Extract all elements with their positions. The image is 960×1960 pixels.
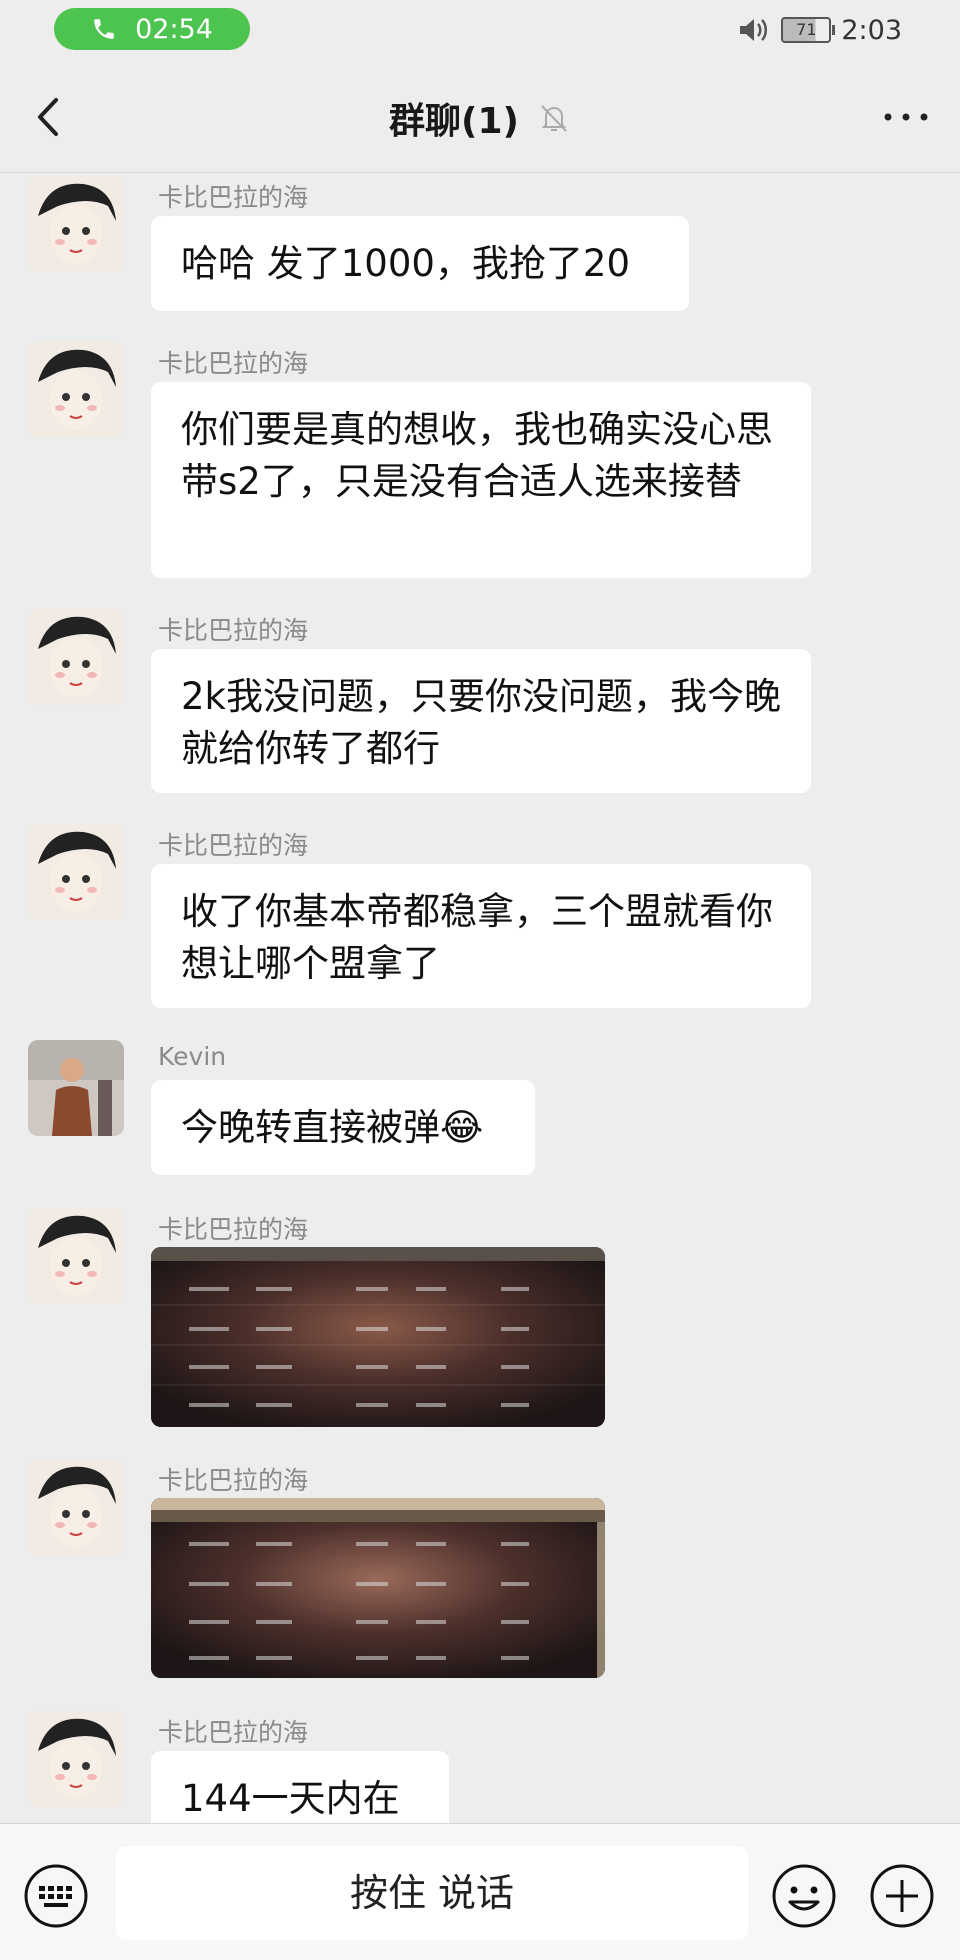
sender-name: 卡比巴拉的海: [158, 349, 309, 378]
sender-name: 卡比巴拉的海: [158, 183, 309, 212]
sender-name: 卡比巴拉的海: [158, 1466, 309, 1495]
keyboard-icon[interactable]: [22, 1862, 90, 1930]
avatar[interactable]: [28, 342, 124, 438]
chat-header: 群聊(1): [0, 62, 960, 173]
message-bubble[interactable]: 你们要是真的想收，我也确实没心思带s2了，只是没有合适人选来接替: [151, 382, 811, 578]
emoji-icon[interactable]: [770, 1862, 838, 1930]
ongoing-call-pill[interactable]: 02:54: [54, 8, 250, 50]
status-bar: 02:54 71 2:03: [0, 0, 960, 62]
sender-name: Kevin: [158, 1042, 227, 1071]
avatar[interactable]: [28, 609, 124, 705]
avatar[interactable]: [28, 176, 124, 272]
volume-icon: [740, 19, 768, 41]
message-bubble[interactable]: 今晚转直接被弹😂: [151, 1080, 535, 1175]
clock: 2:03: [841, 14, 902, 46]
sender-name: 卡比巴拉的海: [158, 616, 309, 645]
more-icon[interactable]: [878, 102, 934, 132]
message-bubble[interactable]: 哈哈 发了1000，我抢了20: [151, 216, 689, 311]
message-bubble[interactable]: 2k我没问题，只要你没问题，我今晚就给你转了都行: [151, 649, 811, 793]
avatar[interactable]: [28, 824, 124, 920]
battery-indicator: 71: [781, 17, 836, 43]
avatar[interactable]: [28, 1711, 124, 1807]
avatar[interactable]: [28, 1208, 124, 1304]
sender-name: 卡比巴拉的海: [158, 1215, 309, 1244]
plus-icon[interactable]: [868, 1862, 936, 1930]
image-message[interactable]: [151, 1247, 605, 1427]
sender-name: 卡比巴拉的海: [158, 1718, 309, 1747]
phone-icon: [94, 19, 114, 39]
sender-name: 卡比巴拉的海: [158, 831, 309, 860]
avatar[interactable]: [28, 1459, 124, 1555]
avatar[interactable]: [28, 1040, 124, 1136]
hold-to-talk-button[interactable]: 按住 说话: [116, 1846, 748, 1940]
image-message[interactable]: [151, 1498, 605, 1678]
input-bar: 按住 说话: [0, 1823, 960, 1960]
call-time: 02:54: [135, 13, 213, 45]
message-bubble[interactable]: 收了你基本帝都稳拿，三个盟就看你想让哪个盟拿了: [151, 864, 811, 1008]
mute-bell-icon: [541, 105, 567, 132]
chat-title: 群聊(1): [389, 101, 519, 142]
